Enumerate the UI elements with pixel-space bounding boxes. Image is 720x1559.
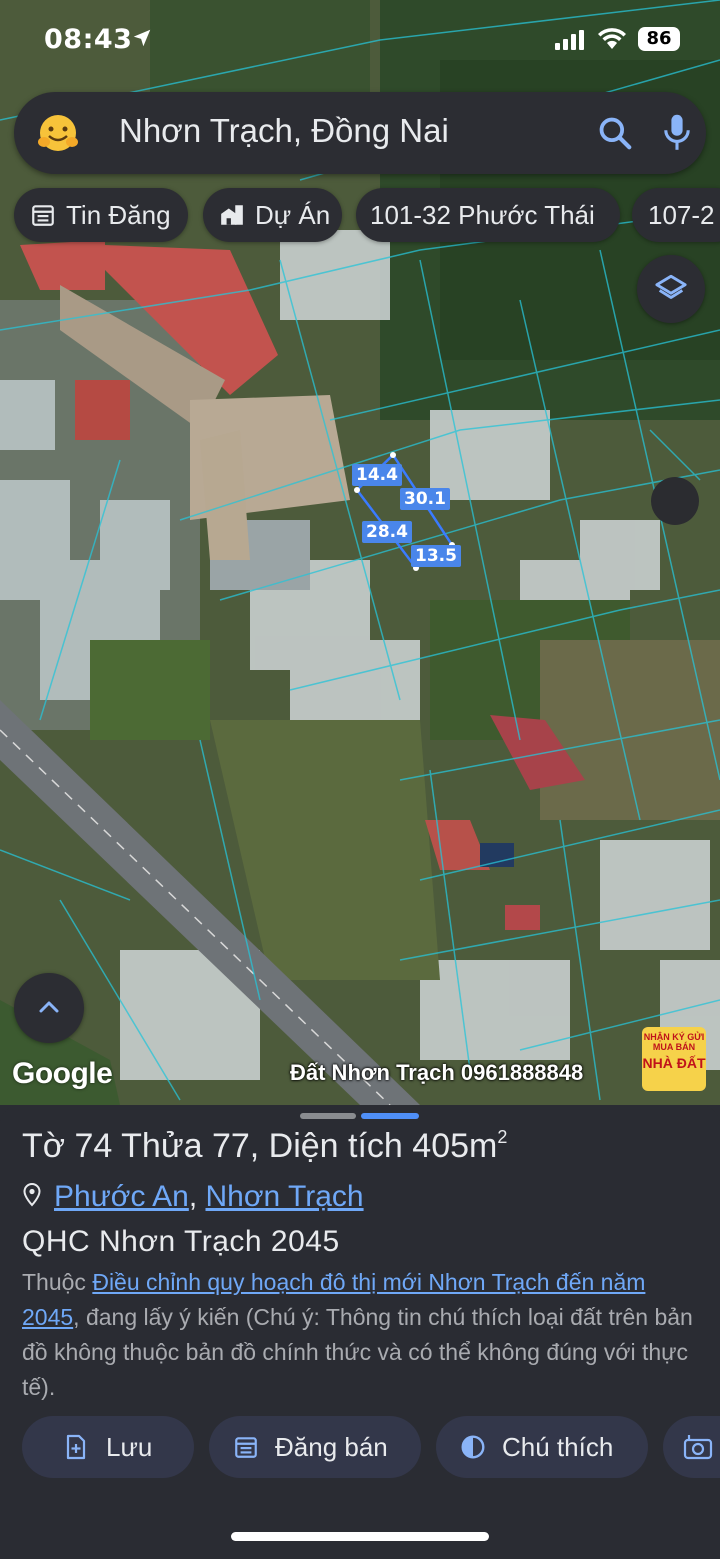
plan-name: QHC Nhơn Trạch 2045: [22, 1225, 340, 1258]
legend-button[interactable]: Chú thích: [436, 1416, 648, 1478]
calendar-list-icon: [32, 205, 54, 226]
chip-du-an[interactable]: Dự Án: [203, 188, 342, 242]
add-photo-button[interactable]: [663, 1416, 720, 1478]
google-logo: Google: [12, 1057, 113, 1090]
save-button[interactable]: Lưu: [22, 1416, 194, 1478]
emoji-avatar-icon[interactable]: [36, 111, 80, 155]
microphone-icon[interactable]: [660, 112, 694, 154]
ad-badge-logo: NHẬN KÝ GỬI MUA BÁN NHÀ ĐẤT: [642, 1027, 706, 1091]
plan-description: Thuộc Điều chỉnh quy hoạch đô thị mới Nh…: [22, 1269, 693, 1400]
status-time: 08:43: [44, 24, 133, 55]
status-bar: 08:43 86: [0, 0, 720, 80]
sheet-handle[interactable]: [300, 1113, 356, 1119]
parcel-title: Tờ 74 Thửa 77, Diện tích 405m2: [22, 1127, 508, 1165]
bottom-sheet: Tờ 74 Thửa 77, Diện tích 405m2 Phước An,…: [0, 1105, 720, 1559]
save-add-icon: [66, 1434, 86, 1460]
wifi-icon: [598, 28, 626, 49]
sheet-handle-active[interactable]: [361, 1113, 419, 1119]
layers-icon: [655, 274, 687, 299]
ward-link[interactable]: Phước An: [54, 1180, 189, 1213]
parcel-edge-label: 14.4: [352, 464, 402, 486]
chip-label: 107-2: [648, 200, 715, 230]
chevron-up-icon: [39, 1001, 59, 1013]
expand-sheet-button[interactable]: [14, 973, 84, 1043]
location-row: Phước An, Nhơn Trạch: [22, 1180, 364, 1214]
chip-parcel-107-2[interactable]: 107-2: [632, 188, 720, 242]
chip-label: Dự Án: [255, 200, 331, 230]
parcel-edge-label: 13.5: [411, 545, 461, 567]
add-photo-icon: [683, 1435, 713, 1460]
chip-tin-dang[interactable]: Tin Đăng: [14, 188, 188, 242]
home-indicator[interactable]: [231, 1532, 489, 1541]
district-link[interactable]: Nhơn Trạch: [206, 1180, 364, 1213]
location-arrow-icon: [133, 29, 151, 47]
parcel-edge-label: 30.1: [400, 488, 450, 510]
map-marker-dot[interactable]: [651, 477, 699, 525]
chip-label: Tin Đăng: [66, 200, 171, 230]
signal-icon: [555, 30, 584, 50]
search-bar[interactable]: Nhơn Trạch, Đồng Nai: [14, 92, 706, 174]
contrast-icon: [461, 1435, 485, 1459]
chip-parcel-101-32[interactable]: 101-32 Phước Thái: [356, 188, 620, 242]
battery-indicator: 86: [638, 27, 680, 51]
watermark-text: Đất Nhơn Trạch 0961888848: [290, 1060, 584, 1085]
calendar-list-icon: [235, 1437, 257, 1458]
parcel-edge-label: 28.4: [362, 521, 412, 543]
layers-button[interactable]: [637, 255, 705, 323]
search-icon[interactable]: [596, 114, 634, 152]
location-pin-icon: [23, 1183, 41, 1207]
chip-label: 101-32 Phước Thái: [370, 200, 595, 230]
post-for-sale-button[interactable]: Đăng bán: [209, 1416, 421, 1478]
buildings-icon: [221, 205, 243, 225]
search-input[interactable]: Nhơn Trạch, Đồng Nai: [119, 112, 449, 150]
